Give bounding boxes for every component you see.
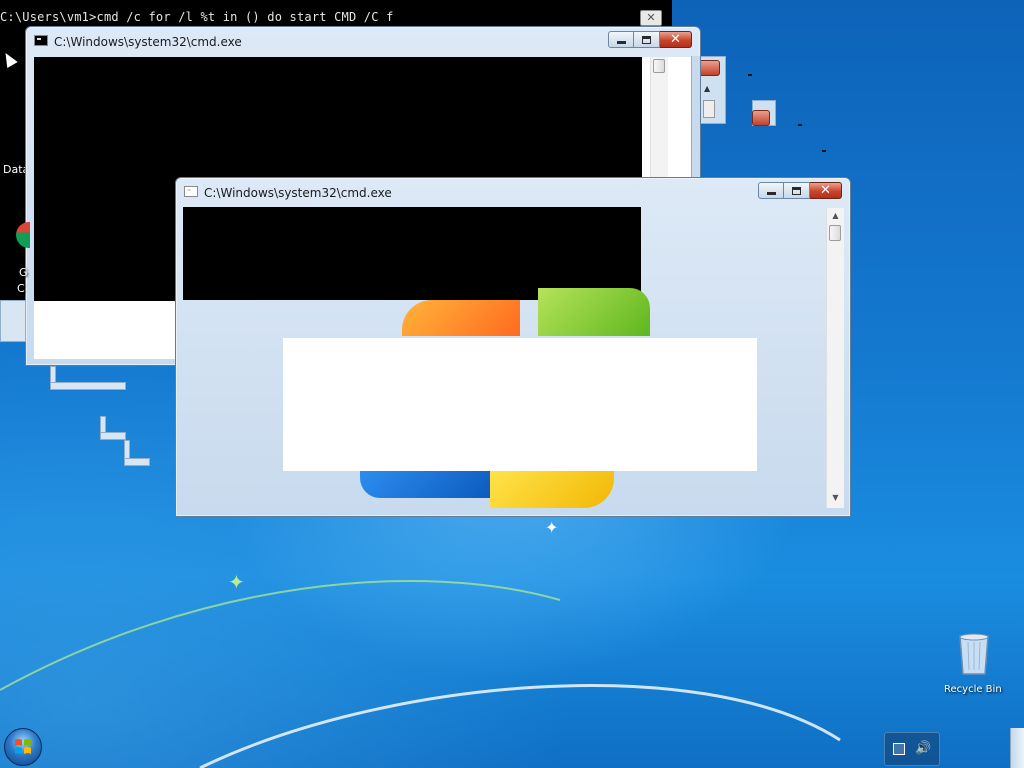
frame-remnant: [50, 382, 126, 390]
maximize-icon: [792, 187, 801, 195]
scroll-down-icon[interactable]: ▼: [827, 490, 844, 506]
frame-remnant: [0, 300, 26, 342]
frame-remnant: [124, 458, 150, 466]
scroll-thumb[interactable]: [829, 225, 841, 241]
close-icon: ✕: [820, 183, 831, 198]
close-button[interactable]: ✕: [810, 182, 842, 199]
fragment-scroll-up-icon: ▲: [704, 84, 711, 93]
maximize-icon: [642, 36, 651, 44]
close-icon: ✕: [670, 32, 681, 47]
windows-flag-icon: [15, 739, 31, 754]
minimize-icon: [617, 41, 626, 44]
desktop-sparkle: ✦: [545, 518, 559, 537]
background-console-close-button[interactable]: ✕: [640, 10, 662, 26]
console-icon: [184, 186, 198, 197]
volume-icon[interactable]: 🔊: [915, 741, 931, 756]
scroll-thumb[interactable]: [653, 59, 665, 73]
fragment-dot: [798, 124, 802, 126]
frame-remnant: [100, 432, 126, 440]
cmd-window-1-title: C:\Windows\system32\cmd.exe: [54, 35, 242, 49]
desktop-icon-g-label[interactable]: G: [19, 266, 28, 279]
minimize-button[interactable]: [758, 182, 784, 199]
maximize-button[interactable]: [634, 31, 660, 48]
fragment-dot: [822, 150, 826, 152]
blank-white-window[interactable]: [283, 338, 757, 471]
show-desktop-button[interactable]: [1010, 728, 1024, 768]
fragment-close-button[interactable]: [698, 60, 720, 76]
windows-logo-yellow-pane: [490, 470, 614, 508]
console-icon: [34, 35, 48, 46]
cmd-window-2-scrollbar[interactable]: ▲ ▼: [826, 208, 844, 508]
windows-logo-blue-pane: [360, 470, 490, 498]
console-command-line: C:\Users\vm1>cmd /c for /l %t in () do s…: [0, 10, 394, 24]
network-icon[interactable]: [893, 743, 905, 755]
fragment-dot: [748, 74, 752, 76]
cmd-window-2-titlebar[interactable]: C:\Windows\system32\cmd.exe ✕: [176, 178, 850, 206]
close-icon: ✕: [646, 11, 656, 24]
scroll-up-icon[interactable]: ▲: [827, 208, 844, 224]
desktop-swoosh: [0, 580, 841, 768]
maximize-button[interactable]: [784, 182, 810, 199]
windows-logo-green-pane: [538, 288, 650, 336]
minimize-icon: [767, 192, 776, 195]
console-output-overlay: [183, 207, 641, 300]
cmd-window-2-title: C:\Windows\system32\cmd.exe: [204, 186, 392, 200]
fragment-close-button[interactable]: [752, 110, 770, 126]
cmd-window-1-titlebar[interactable]: C:\Windows\system32\cmd.exe ✕: [26, 27, 700, 55]
fragment-scroll-thumb: [703, 100, 715, 118]
minimize-button[interactable]: [608, 31, 634, 48]
desktop-icon-c-label[interactable]: C: [17, 282, 25, 295]
system-tray[interactable]: 🔊: [884, 732, 940, 766]
windows-logo-orange-pane: [402, 300, 520, 336]
close-button[interactable]: ✕: [660, 31, 692, 48]
